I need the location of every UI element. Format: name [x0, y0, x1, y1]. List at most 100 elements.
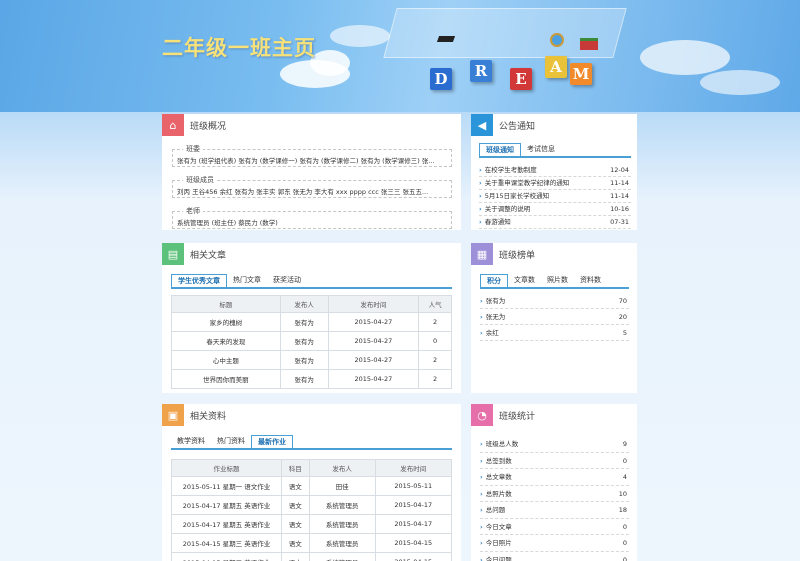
stat-value: 0	[622, 456, 627, 465]
rank-value: 70	[618, 297, 627, 305]
cell: 系统管理员	[308, 533, 376, 553]
cell[interactable]: 家乡的槐树	[171, 312, 281, 332]
cell: 2015-04-27	[327, 312, 420, 332]
list-item[interactable]: 在校学生考勤制度 12-04	[479, 164, 631, 177]
list-item[interactable]: 余红 5	[480, 325, 629, 341]
list-item: 总照片数 10	[480, 486, 629, 502]
committee-list: 张有为 (班学组代表) 张有为 (数学课修一) 张有为 (数学课修二) 张有为 …	[177, 157, 435, 165]
fieldset-legend: 班级成员	[183, 175, 217, 185]
tab-latest-homework[interactable]: 最新作业	[251, 435, 293, 448]
panel-header: ▤ 相关文章	[162, 243, 226, 265]
tab-award-activities[interactable]: 获奖活动	[267, 274, 307, 287]
list-item: 今日问题 0	[480, 552, 629, 561]
stat-name: 今日文章	[480, 519, 512, 535]
notice-title[interactable]: 关于调整的说明	[479, 203, 531, 215]
list-item[interactable]: 张有为 70	[480, 293, 629, 309]
list-item: 班级总人数 9	[480, 436, 629, 453]
cell: 语文	[281, 552, 310, 561]
cell[interactable]: 2015-05-11 星期一 语文作业	[171, 476, 282, 496]
stat-name: 今日照片	[480, 535, 512, 551]
notice-date: 12-04	[610, 166, 629, 174]
list-item[interactable]: 春游通知 07-31	[479, 216, 631, 229]
stat-value: 0	[622, 555, 627, 561]
col-subject: 科目	[281, 459, 310, 477]
panel-header: ▦ 班级榜单	[471, 243, 535, 265]
col-homework-title: 作业标题	[171, 459, 282, 477]
stat-name: 总问题	[480, 502, 506, 518]
cloud-decoration	[700, 70, 780, 95]
table-row[interactable]: 2015-04-17 星期五 英语作业 语文 系统管理员 2015-04-17	[171, 514, 453, 534]
cell[interactable]: 世界因你而美丽	[171, 369, 281, 389]
table-row[interactable]: 2015-05-11 星期一 语文作业 语文 田佳 2015-05-11	[171, 476, 453, 496]
globe-icon	[550, 33, 564, 47]
notice-title[interactable]: 在校学生考勤制度	[479, 164, 537, 176]
cell: 张有为	[279, 312, 329, 332]
table-row[interactable]: 2015-04-15 星期三 英语作业语文系统管理员2015-04-15	[171, 533, 453, 553]
teachers-list[interactable]: 系统管理员 (班主任) 蔡民力 (数学)	[177, 217, 448, 227]
notice-date: 11-14	[610, 192, 629, 200]
rank-value: 5	[622, 329, 627, 337]
panel-title: 公告通知	[499, 121, 536, 132]
tab-student-articles[interactable]: 学生优秀文章	[171, 274, 227, 287]
list-item[interactable]: 张无为 20	[480, 309, 629, 325]
cell: 张有为	[279, 350, 329, 370]
col-date: 发布时间	[327, 295, 420, 313]
rank-name[interactable]: 张无为	[480, 309, 506, 324]
rank-name[interactable]: 余红	[480, 325, 499, 340]
table-row[interactable]: 2015-04-17 星期五 英语作业 语文 系统管理员 2015-04-17	[171, 495, 453, 515]
panel-header: ◀ 公告通知	[471, 114, 535, 136]
panel-header: ◔ 班级统计	[471, 404, 535, 426]
list-item[interactable]: 关于重申课堂教学纪律的通知 11-14	[479, 177, 631, 190]
tab-photo-count[interactable]: 照片数	[541, 274, 574, 287]
list-item[interactable]: 关于调整的说明 10-16	[479, 203, 631, 216]
table-row[interactable]: 心中主题 张有为 2015-04-27 2	[171, 350, 452, 370]
list-item: 总问题 18	[480, 502, 629, 519]
tab-exam-info[interactable]: 考试信息	[521, 143, 561, 156]
cell[interactable]: 春天来的发现	[171, 331, 281, 351]
panel-articles: ▤ 相关文章 学生优秀文章 热门文章 获奖活动 标题 发布人 发布时间 人气 家…	[162, 243, 461, 393]
table-header-row: 标题 发布人 发布时间 人气	[171, 295, 452, 313]
cell[interactable]: 心中主题	[171, 350, 281, 370]
cell: 语文	[281, 476, 310, 496]
tab-article-count[interactable]: 文章数	[508, 274, 541, 287]
table-row[interactable]: 家乡的槐树 张有为 2015-04-27 2	[171, 312, 452, 332]
table-row[interactable]: 世界因你而美丽 张有为 2015-04-27 2	[171, 369, 452, 389]
table-header-row: 作业标题 科目 发布人 发布时间	[171, 459, 453, 477]
cell: 0	[418, 331, 452, 351]
tab-points[interactable]: 积分	[480, 274, 508, 287]
cell[interactable]: 2015-04-17 星期五 英语作业	[171, 514, 282, 534]
cell: 张有为	[279, 331, 329, 351]
notice-title[interactable]: 关于重申课堂教学纪律的通知	[479, 177, 570, 189]
ranking-list: 张有为 70 张无为 20 余红 5	[480, 293, 629, 341]
panel-title: 班级榜单	[499, 250, 536, 261]
notice-title[interactable]: 春游通知	[479, 216, 511, 228]
tab-hot-materials[interactable]: 热门资料	[211, 435, 251, 448]
notice-title[interactable]: 5月15日家长学校通知	[479, 190, 549, 202]
notice-date: 11-14	[610, 179, 629, 187]
tab-class-notice[interactable]: 班级通知	[479, 143, 521, 156]
stat-value: 10	[618, 489, 627, 498]
cell[interactable]: 2015-04-15 星期三 英语作业	[171, 552, 282, 561]
list-item[interactable]: 5月15日家长学校通知 11-14	[479, 190, 631, 203]
book-icon: ▤	[162, 243, 184, 265]
stat-value: 4	[622, 473, 627, 481]
tab-resource-count[interactable]: 资料数	[574, 274, 607, 287]
fieldset-committee: 班委 张有为 (班学组代表) 张有为 (数学课修一) 张有为 (数学课修二) 张…	[172, 144, 452, 167]
cell[interactable]: 2015-04-15 星期三 英语作业	[171, 533, 282, 553]
homework-table: 作业标题 科目 发布人 发布时间 2015-05-11 星期一 语文作业 语文 田佳…	[171, 459, 453, 561]
members-list[interactable]: 刘丙 王谷456 余红 张有为 张丰实 郭东 张无为 李大有 xxx pppp …	[177, 186, 448, 196]
cell: 系统管理员	[308, 514, 376, 534]
stat-name: 总签到数	[480, 453, 512, 469]
panel-stats: ◔ 班级统计 班级总人数 9 总签到数 0 总文章数 4 总照片数 10 总问题 18 今…	[471, 404, 637, 561]
cell[interactable]: 2015-04-17 星期五 英语作业	[171, 495, 282, 515]
megaphone-icon: ◀	[471, 114, 493, 136]
table-row[interactable]: 春天来的发现 张有为 2015-04-27 0	[171, 331, 452, 351]
table-row[interactable]: 2015-04-15 星期三 英语作业语文系统管理员2015-04-15	[171, 552, 453, 561]
notice-date: 10-16	[610, 205, 629, 213]
header-banner: 二年级一班主页 D R E A M	[0, 0, 800, 112]
rank-name[interactable]: 张有为	[480, 293, 506, 308]
tab-hot-articles[interactable]: 热门文章	[227, 274, 267, 287]
tab-teaching-materials[interactable]: 教学资料	[171, 435, 211, 448]
panel-ranking: ▦ 班级榜单 积分 文章数 照片数 资料数 张有为 70 张无为 20 余红 5	[471, 243, 637, 393]
cube-e: E	[510, 68, 532, 90]
